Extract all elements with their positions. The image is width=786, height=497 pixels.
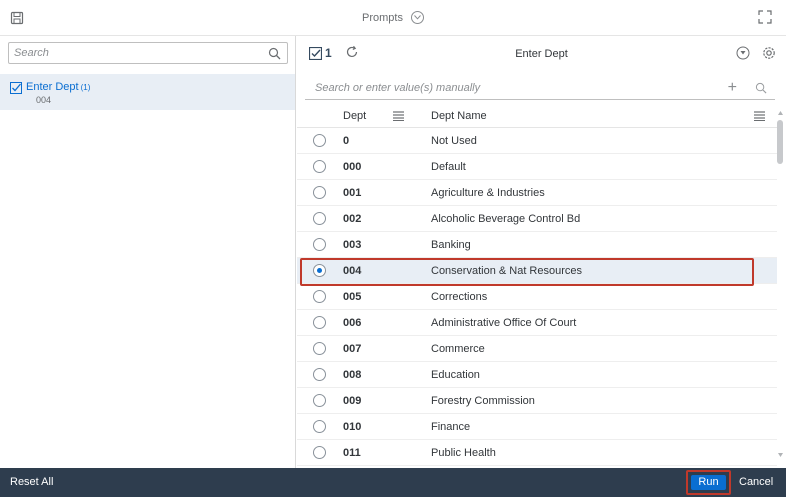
row-radio[interactable] [313,186,326,199]
value-search-input[interactable]: Search or enter value(s) manually + [305,78,775,100]
dept-code: 007 [343,343,362,355]
prompt-list-pane: Search Enter Dept (1) 004 [0,36,296,468]
prompt-count: (1) [80,83,91,92]
row-radio[interactable] [313,368,326,381]
values-toolbar: 1 Enter Dept [297,36,786,72]
dept-code: 001 [343,187,362,199]
dept-name: Administrative Office Of Court [431,317,577,329]
dept-code: 0 [343,135,350,147]
values-table-header: Dept Dept Name [297,104,777,128]
scrollbar-thumb[interactable] [777,120,783,164]
table-row[interactable]: 011 Public Health [297,440,777,466]
dept-code: 005 [343,291,362,303]
table-row-selected[interactable]: 004 Conservation & Nat Resources [297,258,777,286]
prompt-name: Enter Dept [26,81,79,93]
dept-code: 009 [343,395,362,407]
row-radio[interactable] [313,134,326,147]
dept-code: 006 [343,317,362,329]
dept-name: Alcoholic Beverage Control Bd [431,213,581,225]
table-row[interactable]: 0 Not Used [297,128,777,154]
dept-code: 004 [343,265,362,277]
dept-code: 000 [343,161,362,173]
dialog-footer: Reset All Run Cancel [0,468,786,497]
filter-values-icon[interactable] [736,46,750,63]
row-radio[interactable] [313,394,326,407]
plus-icon[interactable]: + [728,79,737,97]
prompt-values-pane: 1 Enter Dept Search or enter value(s) ma… [297,36,786,468]
column-header-dept-name[interactable]: Dept Name [431,110,487,122]
dept-name: Not Used [431,135,477,147]
dept-code: 010 [343,421,362,433]
column-header-dept[interactable]: Dept [343,110,366,122]
row-radio-selected[interactable] [313,264,326,277]
dialog-header: Prompts [0,0,786,36]
chevron-down-icon[interactable] [411,11,425,24]
gear-icon[interactable] [762,46,776,63]
table-row[interactable]: 010 Finance [297,414,777,440]
dept-name: Forestry Commission [431,395,535,407]
dept-name: Education [431,369,480,381]
dialog-title: Prompts [0,11,786,24]
value-search-placeholder: Search or enter value(s) manually [315,82,481,94]
row-radio[interactable] [313,420,326,433]
table-row[interactable]: 009 Forestry Commission [297,388,777,414]
search-icon[interactable] [755,82,767,97]
checkbox-icon [10,82,22,97]
dept-name: Finance [431,421,471,433]
dept-name: Public Health [431,447,496,459]
table-row[interactable]: 007 Commerce [297,336,777,362]
table-row[interactable]: 000 Default [297,154,777,180]
dept-code: 008 [343,369,362,381]
row-radio[interactable] [313,342,326,355]
row-radio[interactable] [313,446,326,459]
dept-name: Agriculture & Industries [431,187,545,199]
dept-name: Conservation & Nat Resources [431,265,583,277]
prompt-search-input[interactable]: Search [8,42,288,64]
dept-code: 003 [343,239,362,251]
dialog-title-text: Prompts [361,12,403,24]
dept-name: Default [431,161,466,173]
values-scrollbar[interactable] [775,104,785,468]
prompt-title: Enter Dept [515,48,568,60]
run-highlight-box: Run [686,470,731,495]
scroll-up-icon[interactable] [778,106,783,118]
values-table-body: 0 Not Used 000 Default 001 Agriculture & In… [297,128,777,466]
dept-code: 011 [343,447,361,459]
table-row[interactable]: 001 Agriculture & Industries [297,180,777,206]
table-row[interactable]: 003 Banking [297,232,777,258]
table-row[interactable]: 002 Alcoholic Beverage Control Bd [297,206,777,232]
prompt-item-enter-dept[interactable]: Enter Dept (1) 004 [0,74,295,110]
cancel-button[interactable]: Cancel [739,476,773,488]
dept-code: 002 [343,213,362,225]
dept-name: Banking [431,239,471,251]
reset-all-button[interactable]: Reset All [10,476,53,488]
row-radio[interactable] [313,212,326,225]
scroll-down-icon[interactable] [778,448,783,460]
row-radio[interactable] [313,238,326,251]
row-radio[interactable] [313,290,326,303]
table-row[interactable]: 008 Education [297,362,777,388]
search-icon[interactable] [268,47,281,63]
column-menu-icon[interactable] [754,111,765,124]
column-menu-icon[interactable] [393,111,404,124]
table-row[interactable]: 006 Administrative Office Of Court [297,310,777,336]
dept-name: Corrections [431,291,488,303]
dept-name: Commerce [431,343,485,355]
expand-icon[interactable] [758,10,772,24]
run-button[interactable]: Run [691,475,726,490]
prompt-selected-value: 004 [36,95,52,105]
row-radio[interactable] [313,160,326,173]
table-row[interactable]: 005 Corrections [297,284,777,310]
prompt-item-label: Enter Dept (1) [26,81,90,93]
prompt-search-placeholder: Search [14,47,49,59]
row-radio[interactable] [313,316,326,329]
